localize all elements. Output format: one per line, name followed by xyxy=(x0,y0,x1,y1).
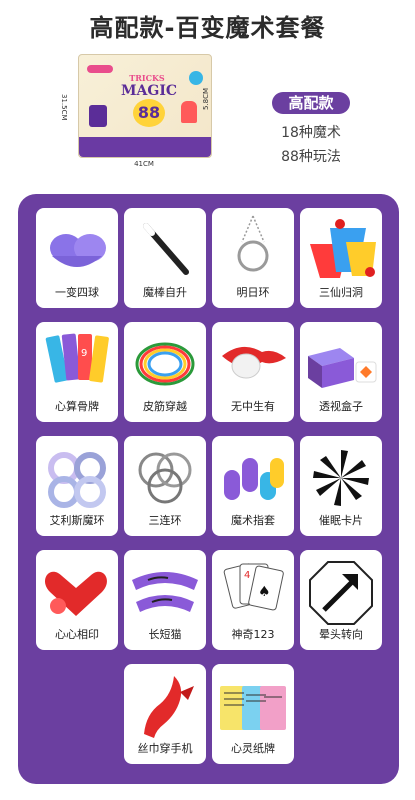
cat-cards-icon xyxy=(132,572,198,612)
item-card: 心灵纸牌 xyxy=(212,664,294,764)
item-label: 一变四球 xyxy=(55,286,99,299)
item-label: 艾利斯魔环 xyxy=(49,514,105,527)
item-card: 透视盒子 xyxy=(300,322,382,422)
egg-scarf-icon xyxy=(222,346,286,379)
item-label: 皮筋穿越 xyxy=(143,400,187,413)
item-card: 晕头转向 xyxy=(300,550,382,650)
rings-icon xyxy=(48,452,106,508)
item-card: 皮筋穿越 xyxy=(124,322,206,422)
decoration xyxy=(189,71,203,85)
item-card: 三连环 xyxy=(124,436,206,536)
item-label: 无中生有 xyxy=(231,400,275,413)
hypnosis-card-icon xyxy=(313,450,369,506)
tier-badge: 高配款 xyxy=(272,92,350,114)
item-label: 长短猫 xyxy=(148,628,182,641)
dimension-depth: 5.8CM xyxy=(202,87,210,110)
cups-icon xyxy=(310,219,376,278)
info-line-tricks: 18种魔术 xyxy=(281,125,341,141)
item-label: 晕头转向 xyxy=(319,628,363,641)
item-label: 心心相印 xyxy=(55,628,99,641)
playing-cards-icon: 4 ♠ xyxy=(223,563,284,611)
domino-cards-icon: 9 xyxy=(45,333,109,383)
item-card: 9 心算骨牌 xyxy=(36,322,118,422)
box-dice-icon xyxy=(308,348,377,388)
item-card: 魔棒自升 xyxy=(124,208,206,308)
svg-text:♠: ♠ xyxy=(258,584,271,600)
items-panel: 一变四球 魔棒自升 明日环 三仙归洞 9 心算骨牌 皮筋穿越 无中生有 透视盒子… xyxy=(18,194,399,784)
item-card: 艾利斯魔环 xyxy=(36,436,118,536)
dimension-width: 41CM xyxy=(134,160,154,168)
box-logo: TRICKS MAGIC xyxy=(121,73,178,99)
product-box: TRICKS MAGIC 88 xyxy=(78,54,212,158)
item-label: 心算骨牌 xyxy=(55,400,99,413)
item-label: 透视盒子 xyxy=(319,400,363,413)
item-label: 心灵纸牌 xyxy=(231,742,275,755)
item-card: 明日环 xyxy=(212,208,294,308)
item-label: 魔棒自升 xyxy=(143,286,187,299)
item-label: 催眠卡片 xyxy=(319,514,363,527)
item-card: 长短猫 xyxy=(124,550,206,650)
item-card: 魔术指套 xyxy=(212,436,294,536)
item-card: 心心相印 xyxy=(36,550,118,650)
decoration xyxy=(87,65,113,73)
decoration xyxy=(181,101,197,123)
heart-stamp-icon xyxy=(45,571,107,616)
svg-text:4: 4 xyxy=(244,570,250,581)
box-title-line2: MAGIC xyxy=(121,83,178,99)
box-band xyxy=(79,137,211,157)
wand-icon xyxy=(143,223,189,275)
dimension-height: 31.5CM xyxy=(60,94,68,121)
item-label: 明日环 xyxy=(236,286,270,299)
item-label: 神奇123 xyxy=(231,628,275,641)
item-card: 三仙归洞 xyxy=(300,208,382,308)
item-card: 丝巾穿手机 xyxy=(124,664,206,764)
page-title: 高配款-百变魔术套餐 xyxy=(89,14,326,42)
finger-caps-icon xyxy=(224,458,284,500)
item-label: 三连环 xyxy=(148,514,182,527)
item-card: 催眠卡片 xyxy=(300,436,382,536)
item-label: 三仙归洞 xyxy=(319,286,363,299)
product-box-image: TRICKS MAGIC 88 41CM 31.5CM 5.8CM xyxy=(60,54,222,170)
item-card: 4 ♠ 神奇123 xyxy=(212,550,294,650)
arrow-card-icon xyxy=(309,561,373,625)
info-line-ways: 88种玩法 xyxy=(281,149,341,165)
svg-text:9: 9 xyxy=(81,348,87,359)
item-card: 无中生有 xyxy=(212,322,294,422)
box-title-line1: TRICKS xyxy=(129,73,165,83)
ring-necklace-icon xyxy=(237,215,269,272)
box-number: 88 xyxy=(133,99,165,127)
item-card: 一变四球 xyxy=(36,208,118,308)
silk-scarf-icon xyxy=(144,676,194,738)
linking-rings-icon xyxy=(138,452,192,504)
balls-icon xyxy=(50,234,106,267)
item-label: 丝巾穿手机 xyxy=(137,742,193,755)
decoration xyxy=(89,105,107,127)
item-label: 魔术指套 xyxy=(231,514,275,527)
mind-cards-icon xyxy=(220,686,286,730)
rubber-bands-icon xyxy=(135,342,195,386)
